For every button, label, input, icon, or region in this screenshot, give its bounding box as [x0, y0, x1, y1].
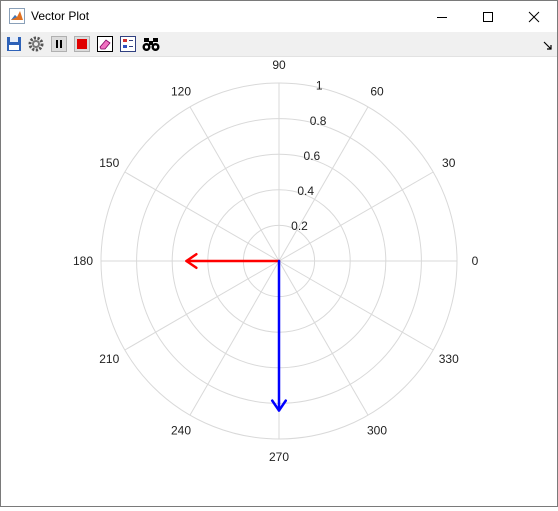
angular-grid-line: [124, 171, 280, 262]
angular-grid-line: [189, 106, 280, 262]
legend-button[interactable]: [119, 35, 137, 53]
minimize-button[interactable]: [419, 1, 465, 32]
close-button[interactable]: [511, 1, 557, 32]
undock-arrow-icon[interactable]: [543, 38, 553, 50]
angle-tick-label: 120: [171, 84, 191, 98]
maximize-icon: [483, 11, 493, 22]
eraser-icon: [97, 36, 113, 52]
save-button[interactable]: [5, 35, 23, 53]
angle-tick-label: 210: [99, 352, 119, 366]
legend-icon: [120, 36, 136, 52]
angular-grid-line: [278, 260, 434, 351]
find-button[interactable]: [142, 35, 160, 53]
angle-tick-label: 300: [367, 424, 387, 438]
radial-tick-label: 1: [316, 79, 323, 93]
plot-area: 0 30 60 90 120 150 180 210 240 270 300 330 0.2 0.4 0.6…: [1, 57, 557, 506]
title-bar[interactable]: Vector Plot: [1, 1, 557, 32]
angle-tick-label: 180: [73, 254, 93, 268]
matlab-icon: [9, 8, 25, 24]
stop-button[interactable]: [73, 35, 91, 53]
close-icon: [528, 11, 540, 22]
angle-tick-label: 60: [370, 84, 384, 98]
radial-tick-label: 0.6: [304, 149, 321, 163]
angular-grid-line: [278, 106, 369, 262]
angle-tick-label: 0: [472, 254, 479, 268]
angular-grid-line: [124, 260, 280, 351]
angle-tick-label: 330: [439, 352, 459, 366]
angle-tick-label: 90: [272, 58, 286, 72]
angle-tick-label: 270: [269, 450, 289, 464]
radial-tick-label: 0.8: [310, 114, 327, 128]
stop-icon: [74, 36, 90, 52]
pause-icon: [51, 36, 67, 52]
vector-plot-window: Vector Plot 0 30 60 90 120 150 180 210 2…: [0, 0, 558, 507]
settings-button[interactable]: [27, 35, 45, 53]
minimize-icon: [437, 16, 447, 18]
angular-grid-line: [189, 260, 280, 416]
pause-button[interactable]: [50, 35, 68, 53]
angle-tick-label: 240: [171, 424, 191, 438]
window-title: Vector Plot: [31, 9, 90, 23]
floppy-disk-icon: [7, 37, 21, 51]
angle-tick-label: 30: [442, 156, 456, 170]
binoculars-icon: [142, 38, 160, 51]
angle-tick-label: 150: [99, 156, 119, 170]
gear-icon: [28, 36, 44, 52]
radial-tick-label: 0.2: [291, 219, 308, 233]
toolbar: [1, 32, 557, 57]
clear-button[interactable]: [96, 35, 114, 53]
angular-grid-line: [278, 260, 369, 416]
polar-plot: 0 30 60 90 120 150 180 210 240 270 300 330 0.2 0.4 0.6…: [73, 58, 479, 464]
radial-tick-label: 0.4: [297, 184, 314, 198]
maximize-button[interactable]: [465, 1, 511, 32]
